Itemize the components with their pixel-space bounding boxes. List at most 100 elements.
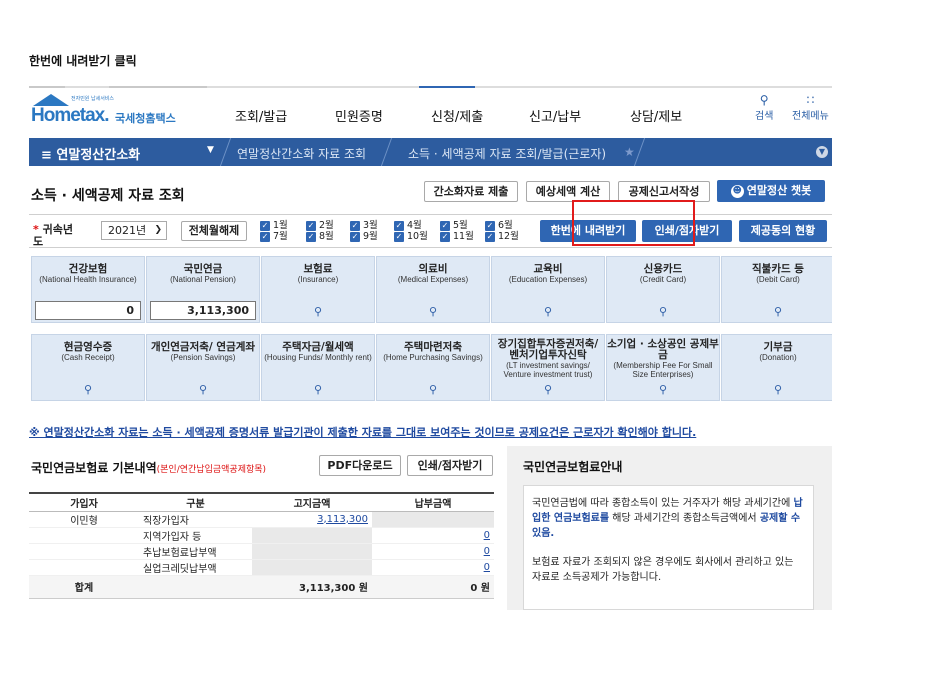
breadcrumb-1[interactable]: 연말정산간소화 자료 조회 [237,145,366,162]
caret-down-icon[interactable]: ▼ [207,145,214,155]
gnb-consult[interactable]: 상담/제보 [630,106,682,125]
tile-eng: (Donation) [759,353,797,362]
all-months-off-button[interactable]: 전체월해제 [181,221,247,241]
pdf-download-button[interactable]: PDF다운로드 [319,455,401,476]
tile-eng: (Cash Receipt) [61,353,115,362]
col-type: 구분 [139,492,252,512]
gnb-lookup[interactable]: 조회/발급 [235,106,287,125]
expected-tax-button[interactable]: 예상세액 계산 [526,181,610,202]
pension-print-button[interactable]: 인쇄/점자받기 [407,455,493,476]
gnb-report-pay[interactable]: 신고/납부 [529,106,581,125]
tile-eng: (Debit Card) [756,275,800,284]
notice-text[interactable]: ※ 연말정산간소화 자료는 소득 · 세액공제 증명서류 발급기관이 제출한 자… [29,424,696,440]
member-name [29,559,139,576]
tile-insurance[interactable]: 보험료 (Insurance) ⚲ [261,256,375,323]
tile-national-pension[interactable]: 국민연금 (National Pension) 3,113,300 [146,256,260,323]
paid-amount-link[interactable]: 0 [372,527,494,544]
tile-eng: (LT investment savings/ Venture investme… [503,361,593,379]
tile-eng: (Insurance) [297,275,339,284]
month-jan[interactable]: ✓ 1월 [260,220,288,231]
report-write-button[interactable]: 공제신고서작성 [618,181,710,202]
guide-paragraph-1: 국민연금법에 따라 종합소득이 있는 거주자가 해당 과세기간에 납입한 연금보… [532,498,803,539]
guide-box: 국민연금법에 따라 종합소득이 있는 거주자가 해당 과세기간에 납입한 연금보… [523,485,814,610]
tile-credit-card[interactable]: 신용카드 (Credit Card) ⚲ [606,256,720,323]
checkbox-checked-icon: ✓ [440,231,450,242]
tile-health-insurance[interactable]: 건강보험 (National Health Insurance) 0 [31,256,145,323]
tile-donation[interactable]: 기부금 (Donation) ⚲ [721,334,832,401]
table-total-row: 합계 3,113,300 원 0 원 [29,574,494,599]
tile-pension-savings[interactable]: 개인연금저축/ 연금계좌 (Pension Savings) ⚲ [146,334,260,401]
tile-small-business[interactable]: 소기업 · 소상공인 공제부금 (Membership Fee For Smal… [606,334,720,401]
chatbot-button[interactable]: ☻ 연말정산 챗봇 [717,180,825,202]
tile-eng: (Housing Funds/ Monthly rent) [264,353,372,362]
favorite-star-icon[interactable]: ★ [624,145,635,159]
logo-wordmark: Hometax. [31,105,110,126]
tile-medical[interactable]: 의료비 (Medical Expenses) ⚲ [376,256,490,323]
breadcrumb-2[interactable]: 소득 · 세액공제 자료 조회/발급(근로자) [408,145,606,162]
tile-eng: (Credit Card) [639,275,687,284]
checkbox-checked-icon: ✓ [260,220,270,231]
search-icon[interactable]: ⚲ [262,305,374,318]
tile-home-savings[interactable]: 주택마련저축 (Home Purchasing Savings) ⚲ [376,334,490,401]
all-menu-tool[interactable]: ∷ 전체메뉴 [792,94,829,123]
chevron-down-icon[interactable]: ▼ [816,146,828,158]
month-sep[interactable]: ✓ 9월 [350,231,378,242]
tile-eng: (Pension Savings) [170,353,236,362]
month-jun[interactable]: ✓ 6월 [485,220,513,231]
member-name [29,527,139,544]
month-may[interactable]: ✓ 5월 [440,220,468,231]
col-member: 가입자 [29,492,139,512]
month-jul[interactable]: ✓ 7월 [260,231,288,242]
tile-debit-card[interactable]: 직불카드 등 (Debit Card) ⚲ [721,256,832,323]
tile-title: 소기업 · 소상공인 공제부금 [607,338,719,361]
top-divider [29,86,832,88]
search-icon[interactable]: ⚲ [607,383,719,396]
paid-amount-link[interactable]: 0 [372,543,494,560]
search-icon[interactable]: ⚲ [377,305,489,318]
year-select[interactable]: 2021년 ❯ [101,221,167,240]
search-icon[interactable]: ⚲ [607,305,719,318]
simplified-submit-button[interactable]: 간소화자료 제출 [424,181,518,202]
search-icon[interactable]: ⚲ [147,383,259,396]
tile-eng: (Membership Fee For Small Size Enterpris… [613,361,713,379]
search-icon[interactable]: ⚲ [492,305,604,318]
paid-amount [372,511,494,528]
month-feb[interactable]: ✓ 2월 [306,220,334,231]
month-oct[interactable]: ✓ 10월 [394,231,428,242]
tile-lt-investment[interactable]: 장기집합투자증권저축/ 벤처기업투자신탁 (LT investment savi… [491,334,605,401]
search-icon[interactable]: ⚲ [722,305,832,318]
search-icon[interactable]: ⚲ [722,383,832,396]
section-menu[interactable]: ≡ 연말정산간소화 [41,144,140,163]
search-icon[interactable]: ⚲ [262,383,374,396]
tile-amount: 3,113,300 [150,301,256,320]
chatbot-icon: ☻ [730,184,744,198]
checkbox-checked-icon: ✓ [350,231,360,242]
month-dec[interactable]: ✓ 12월 [485,231,519,242]
tile-title: 주택마련저축 [404,341,462,353]
tile-title: 현금영수증 [63,341,113,353]
tile-education[interactable]: 교육비 (Education Expenses) ⚲ [491,256,605,323]
search-icon[interactable]: ⚲ [377,383,489,396]
search-icon[interactable]: ⚲ [492,383,604,396]
checkbox-checked-icon: ✓ [394,231,404,242]
paid-amount-link[interactable]: 0 [372,559,494,576]
hometax-logo[interactable]: 전자민원 납세서비스 Hometax. 국세청홈택스 [31,94,191,126]
month-nov[interactable]: ✓ 11월 [440,231,474,242]
search-tool-label: 검색 [755,111,774,122]
checkbox-checked-icon: ✓ [260,231,270,242]
checkbox-checked-icon: ✓ [485,220,495,231]
tile-title: 의료비 [418,263,448,275]
col-notice-amount: 고지금액 [252,492,372,512]
gnb-certificates[interactable]: 민원증명 [335,106,383,125]
gnb-apply[interactable]: 신청/제출 [431,106,483,125]
search-icon[interactable]: ⚲ [32,383,144,396]
notice-amount-link[interactable]: 3,113,300 [252,511,372,528]
provider-consent-button[interactable]: 제공동의 현황 [739,220,827,242]
tile-housing-funds[interactable]: 주택자금/월세액 (Housing Funds/ Monthly rent) ⚲ [261,334,375,401]
month-aug[interactable]: ✓ 8월 [306,231,334,242]
month-apr[interactable]: ✓ 4월 [394,220,422,231]
row-type: 실업크레딧납부액 [139,559,252,576]
search-tool[interactable]: ⚲ 검색 [755,94,774,123]
month-mar[interactable]: ✓ 3월 [350,220,378,231]
tile-cash-receipt[interactable]: 현금영수증 (Cash Receipt) ⚲ [31,334,145,401]
